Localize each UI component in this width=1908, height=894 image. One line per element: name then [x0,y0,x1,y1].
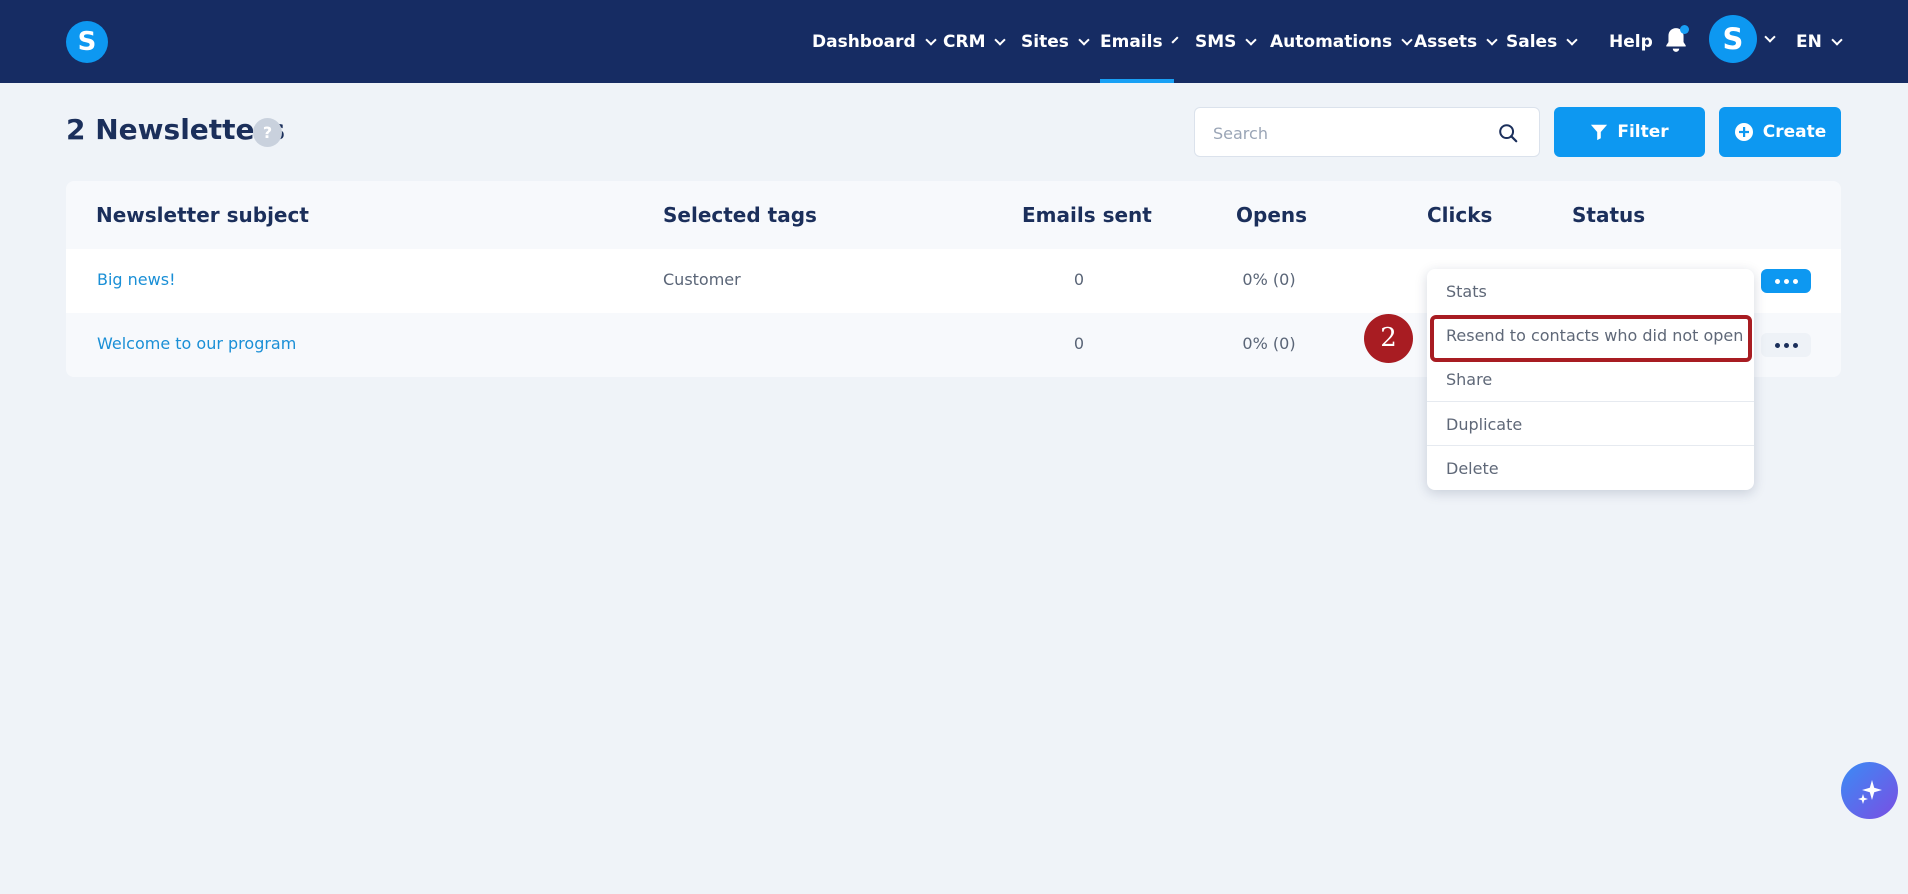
filter-button[interactable]: Filter [1554,107,1705,157]
step-number-badge: 2 [1364,314,1413,363]
plus-circle-icon [1734,123,1753,141]
row-actions-menu: Stats Resend to contacts who did not ope… [1427,269,1754,490]
language-label: EN [1796,31,1822,52]
nav-sms[interactable]: SMS [1195,0,1258,83]
nav-sites[interactable]: Sites [1021,0,1090,83]
header-selected-tags[interactable]: Selected tags [663,203,817,227]
nav-help-label: Help [1609,31,1653,52]
create-button-label: Create [1762,122,1827,142]
opens-cell: 0% (0) [1242,270,1296,289]
header-clicks[interactable]: Clicks [1427,203,1492,227]
ai-assistant-button[interactable] [1841,762,1898,819]
opens-cell: 0% (0) [1242,334,1296,353]
top-navbar: S Dashboard CRM Sites Emails SMS Automat… [0,0,1908,83]
nav-dashboard[interactable]: Dashboard [812,0,937,83]
emails-sent-cell: 0 [1073,334,1085,353]
nav-automations-label: Automations [1270,31,1393,52]
row-actions-button[interactable] [1761,269,1811,293]
chevron-down-icon [994,33,1007,46]
nav-help[interactable]: Help [1609,0,1653,83]
nav-assets[interactable]: Assets [1414,0,1498,83]
table-header: Newsletter subject Selected tags Emails … [66,181,1841,249]
newsletter-subject-link[interactable]: Welcome to our program [97,334,296,353]
nav-sites-label: Sites [1021,31,1069,52]
nav-crm[interactable]: CRM [943,0,1007,83]
chevron-down-icon [1078,33,1090,46]
avatar[interactable]: S [1709,15,1757,63]
emails-sent-cell: 0 [1073,270,1085,289]
newsletter-subject-link[interactable]: Big news! [97,270,175,289]
menu-item-duplicate[interactable]: Duplicate [1427,402,1754,446]
nav-sales[interactable]: Sales [1506,0,1578,83]
language-selector[interactable]: EN [1796,0,1843,83]
notification-dot [1680,25,1689,34]
brand-logo[interactable]: S [66,21,108,63]
chevron-down-icon [1171,35,1179,44]
chevron-down-icon [925,33,937,46]
header-emails-sent[interactable]: Emails sent [1022,203,1152,227]
header-opens[interactable]: Opens [1236,203,1307,227]
chevron-down-icon [1566,33,1578,46]
nav-emails[interactable]: Emails [1100,0,1179,83]
header-status[interactable]: Status [1572,203,1645,227]
search-icon[interactable] [1497,122,1519,144]
header-newsletter-subject[interactable]: Newsletter subject [96,203,309,227]
help-icon[interactable]: ? [253,118,282,147]
filter-icon [1591,124,1608,141]
nav-crm-label: CRM [943,31,986,52]
nav-automations[interactable]: Automations [1270,0,1413,83]
nav-dashboard-label: Dashboard [812,31,916,52]
search-box [1194,107,1540,157]
chevron-down-icon [1831,33,1843,46]
sparkles-icon [1857,779,1882,804]
nav-emails-label: Emails [1100,31,1163,52]
menu-item-stats[interactable]: Stats [1427,269,1754,313]
search-input[interactable] [1213,120,1483,146]
nav-sms-label: SMS [1195,31,1237,52]
nav-assets-label: Assets [1414,31,1478,52]
nav-sales-label: Sales [1506,31,1558,52]
chevron-down-icon [1401,33,1413,46]
menu-item-resend-unopened[interactable]: Resend to contacts who did not open [1427,313,1754,357]
chevron-down-icon [1486,33,1498,46]
menu-item-delete[interactable]: Delete [1427,446,1754,490]
create-button[interactable]: Create [1719,107,1841,157]
filter-button-label: Filter [1617,122,1669,142]
row-actions-button[interactable] [1761,333,1811,357]
selected-tags-cell: Customer [663,270,741,289]
chevron-down-icon [1245,33,1258,46]
menu-item-share[interactable]: Share [1427,357,1754,401]
chevron-down-icon[interactable] [1764,31,1776,43]
